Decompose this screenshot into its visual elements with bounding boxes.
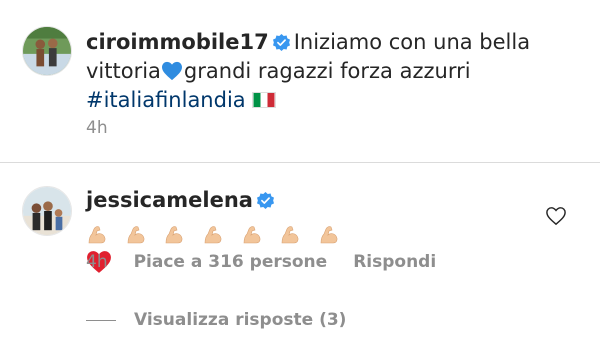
section-divider (0, 162, 600, 163)
post-username[interactable]: ciroimmobile17 (86, 30, 269, 54)
italy-flag-emoji (251, 92, 276, 108)
flexed-biceps-emoji (318, 222, 342, 246)
comment-timestamp: 4h (86, 252, 108, 272)
post-timestamp: 4h (86, 118, 108, 138)
flexed-biceps-emoji (241, 222, 265, 246)
post-caption-text-2: grandi ragazzi forza azzurri (183, 59, 471, 83)
comment-meta: 4h Piace a 316 persone Rispondi (86, 252, 436, 272)
post-caption: ciroimmobile17 Iniziamo con una bella vit… (86, 28, 586, 115)
flexed-biceps-emoji (279, 222, 303, 246)
reply-button[interactable]: Rispondi (353, 252, 436, 272)
view-replies-label: Visualizza risposte (3) (134, 310, 347, 330)
comment-likes-count[interactable]: Piace a 316 persone (134, 252, 328, 272)
hashtag-link[interactable]: #italiafinlandia (86, 88, 246, 112)
comment-username[interactable]: jessicamelena (86, 188, 253, 212)
flexed-biceps-emoji (125, 222, 149, 246)
verified-badge-icon (272, 34, 290, 51)
like-heart-outline-icon[interactable] (545, 206, 567, 226)
flexed-biceps-emoji (202, 222, 226, 246)
verified-badge-icon (256, 192, 274, 209)
comment-author-avatar[interactable] (22, 186, 72, 236)
flexed-biceps-emoji-group (86, 219, 350, 248)
flexed-biceps-emoji (163, 222, 187, 246)
flexed-biceps-emoji (86, 222, 110, 246)
view-replies-button[interactable]: Visualizza risposte (3) (86, 310, 346, 330)
post-author-avatar[interactable] (22, 26, 72, 76)
blue-heart-emoji (161, 61, 183, 81)
replies-line-divider (86, 319, 116, 321)
